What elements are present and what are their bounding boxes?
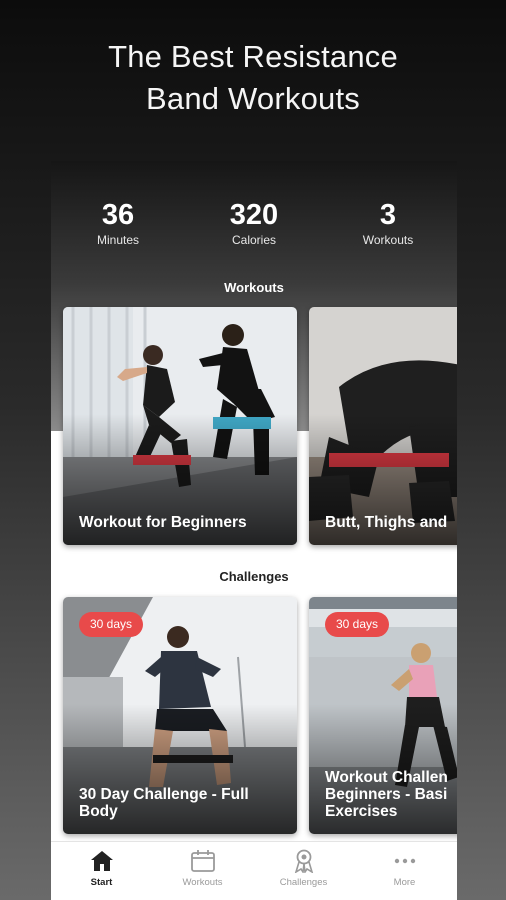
workout-card-title: Workout for Beginners xyxy=(79,514,247,531)
workout-card-butt-thighs[interactable]: Butt, Thighs and xyxy=(309,307,457,545)
headline-line-2: Band Workouts xyxy=(146,81,360,116)
app-screen: 36 Minutes 320 Calories 3 Workouts Worko… xyxy=(51,161,457,900)
stat-label: Minutes xyxy=(96,233,140,247)
tab-label: Workouts xyxy=(182,877,223,888)
stats-row: 36 Minutes 320 Calories 3 Workouts xyxy=(51,199,457,249)
bottom-tab-bar: Start Workouts Challenges More xyxy=(51,841,457,900)
section-title-challenges: Challenges xyxy=(219,569,289,584)
tab-label: Start xyxy=(90,877,113,888)
tab-label: More xyxy=(393,877,416,888)
home-icon xyxy=(91,851,113,871)
challenge-card-full-body[interactable]: 30 days 30 Day Challenge - Full Body xyxy=(63,597,297,834)
duration-badge: 30 days xyxy=(325,612,390,637)
tab-more[interactable]: More xyxy=(354,842,455,900)
tab-challenges[interactable]: Challenges xyxy=(253,842,354,900)
workout-card-title: Butt, Thighs and xyxy=(325,514,448,531)
challenge-card-beginners[interactable]: 30 days Workout Challen Beginners - Basi… xyxy=(309,597,457,834)
tab-workouts[interactable]: Workouts xyxy=(152,842,253,900)
promo-headline: The Best Resistance Band Workouts xyxy=(0,36,506,120)
tab-label: Challenges xyxy=(279,877,328,888)
stat-workouts: 3 Workouts xyxy=(328,199,448,248)
stat-calories: 320 Calories xyxy=(194,199,314,248)
award-icon xyxy=(294,849,314,873)
workout-card-beginners[interactable]: Workout for Beginners xyxy=(63,307,297,545)
stat-value: 3 xyxy=(379,199,397,231)
stat-label: Workouts xyxy=(362,233,414,247)
stat-value: 36 xyxy=(101,199,135,231)
more-dots-icon xyxy=(394,858,416,864)
stat-label: Calories xyxy=(231,233,276,247)
stat-value: 320 xyxy=(229,199,279,231)
challenge-card-title: 30 Day Challenge - Full Body xyxy=(79,786,249,820)
section-title-workouts: Workouts xyxy=(224,280,284,295)
challenge-card-title: Workout Challen Beginners - Basi Exercis… xyxy=(325,769,448,820)
tab-start[interactable]: Start xyxy=(51,842,152,900)
stat-minutes: 36 Minutes xyxy=(58,199,178,248)
headline-line-1: The Best Resistance xyxy=(108,39,398,74)
duration-badge: 30 days xyxy=(79,612,144,637)
calendar-icon xyxy=(191,850,215,872)
